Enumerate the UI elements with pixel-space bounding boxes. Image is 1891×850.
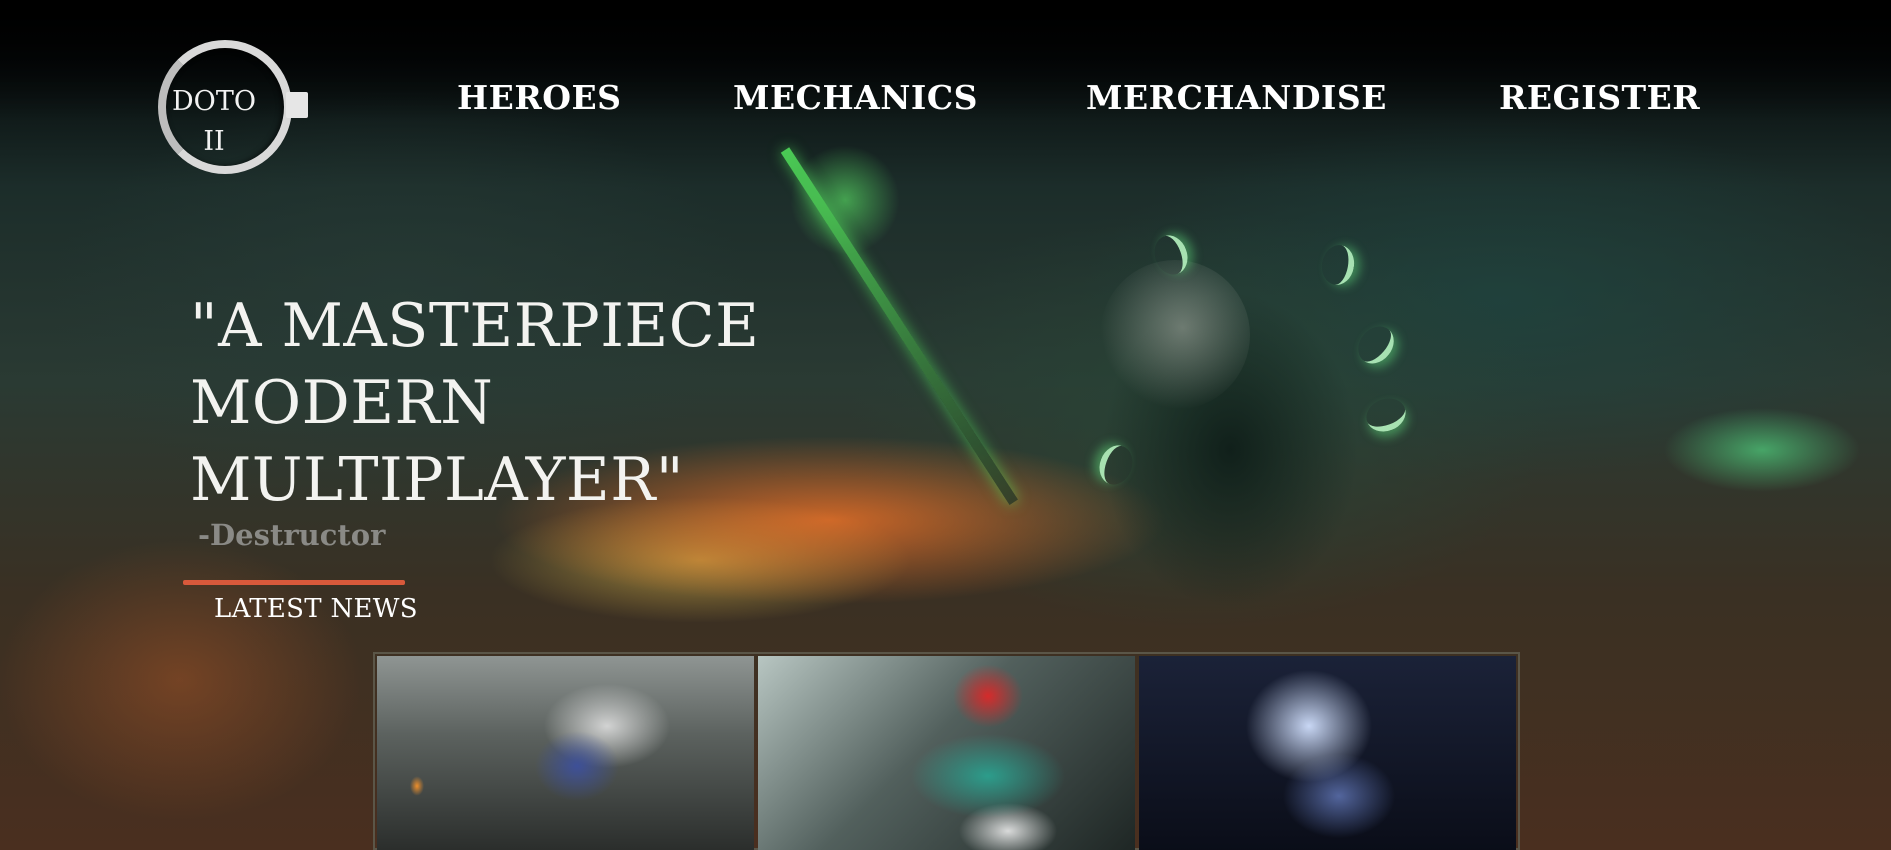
main-nav: HEROES MECHANICS MERCHANDISE REGISTER	[0, 78, 1891, 128]
hero-figure-head	[1100, 260, 1250, 410]
hero-quote-line: "A MASTERPIECE	[190, 291, 760, 361]
news-card-image[interactable]	[1139, 656, 1516, 850]
hero-quote: "A MASTERPIECE MODERN MULTIPLAYER"	[190, 288, 759, 519]
nav-item-register[interactable]: REGISTER	[1499, 78, 1700, 117]
news-cards	[373, 652, 1520, 850]
latest-news-heading: LATEST NEWS	[214, 594, 418, 624]
nav-item-mechanics[interactable]: MECHANICS	[733, 78, 978, 117]
quote-attribution: -Destructor	[198, 518, 386, 552]
hero-quote-line: MODERN	[190, 368, 494, 438]
nav-item-merchandise[interactable]: MERCHANDISE	[1086, 78, 1387, 117]
logo-line-2: II	[203, 126, 225, 157]
hero-quote-line: MULTIPLAYER"	[190, 445, 684, 515]
news-card-image[interactable]	[377, 656, 754, 850]
news-card-image[interactable]	[758, 656, 1135, 850]
page: DOTO II HEROES MECHANICS MERCHANDISE REG…	[0, 0, 1891, 850]
news-heading-underline	[183, 580, 405, 585]
nav-item-heroes[interactable]: HEROES	[457, 78, 622, 117]
